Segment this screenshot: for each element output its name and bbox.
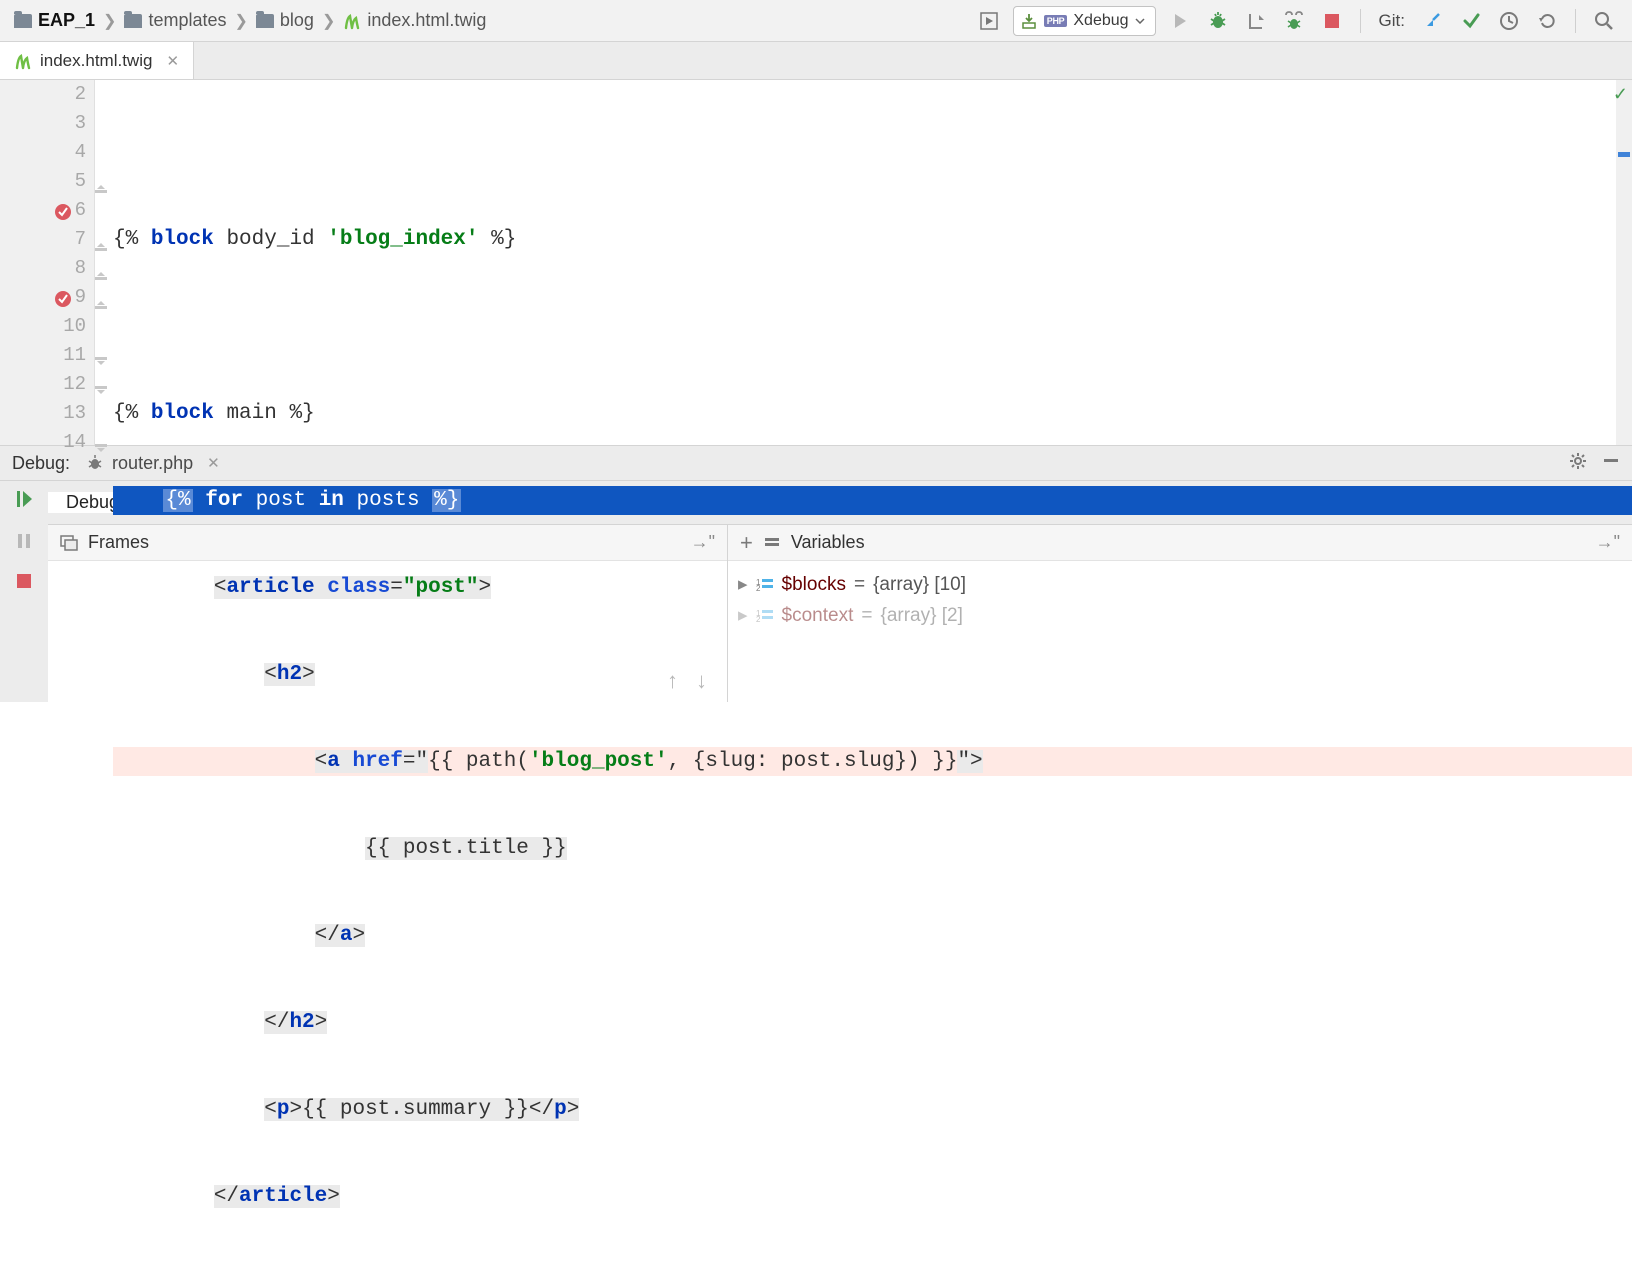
expand-arrow-icon[interactable]: ▸ xyxy=(738,604,748,627)
breadcrumb-item-project[interactable]: EAP_1 xyxy=(14,10,95,31)
line-number: 3 xyxy=(0,109,86,138)
twig-file-icon xyxy=(14,52,32,70)
code-line: {% block body_id 'blog_index' %} xyxy=(113,225,1632,254)
variable-value: {array} [2] xyxy=(880,605,962,627)
code-editor[interactable]: 2 3 4 5 6 7 8 9 10 11 12 13 14 xyxy=(0,80,1632,445)
line-number: 10 xyxy=(0,312,86,341)
variable-name: $context xyxy=(782,605,854,627)
debug-side-toolbar xyxy=(0,481,48,702)
equals: = xyxy=(861,605,872,627)
code-line: <article class="post"> xyxy=(113,573,1632,602)
git-label: Git: xyxy=(1379,11,1405,31)
folder-icon xyxy=(124,14,142,28)
line-number: 11 xyxy=(0,341,86,370)
fold-close-icon[interactable] xyxy=(95,436,109,450)
line-number: 9 xyxy=(0,283,86,312)
code-line-breakpoint: <a href="{{ path('blog_post', {slug: pos… xyxy=(113,747,1632,776)
code-line: <p>{{ post.summary }}</p> xyxy=(113,1095,1632,1124)
git-commit-button[interactable] xyxy=(1457,7,1485,35)
fold-open-icon[interactable] xyxy=(95,291,109,305)
run-with-coverage-button[interactable] xyxy=(975,7,1003,35)
array-icon: 12 xyxy=(756,609,774,623)
breadcrumb-label: EAP_1 xyxy=(38,10,95,31)
breadcrumb-label: blog xyxy=(280,10,314,31)
chevron-right-icon: ❯ xyxy=(235,11,248,31)
check-icon: ✓ xyxy=(1613,84,1628,106)
svg-text:2: 2 xyxy=(756,615,761,623)
code-line xyxy=(113,312,1632,341)
folder-icon xyxy=(14,14,32,28)
breadcrumb-label: index.html.twig xyxy=(367,10,486,31)
git-revert-button[interactable] xyxy=(1533,7,1561,35)
error-stripe[interactable]: ✓ xyxy=(1616,80,1632,445)
editor-tab-index[interactable]: index.html.twig ✕ xyxy=(0,42,194,79)
chevron-right-icon: ❯ xyxy=(322,11,335,31)
toolbar: PHP Xdebug Git: xyxy=(975,6,1618,36)
git-history-button[interactable] xyxy=(1495,7,1523,35)
editor-tabs: index.html.twig ✕ xyxy=(0,42,1632,80)
import-icon xyxy=(1020,13,1038,29)
run-button[interactable] xyxy=(1166,7,1194,35)
git-update-button[interactable] xyxy=(1419,7,1447,35)
line-number-gutter[interactable]: 2 3 4 5 6 7 8 9 10 11 12 13 14 xyxy=(0,80,95,445)
fold-open-icon[interactable] xyxy=(95,233,109,247)
code-content[interactable]: {% block body_id 'blog_index' %} {% bloc… xyxy=(113,80,1632,445)
fold-open-icon[interactable] xyxy=(95,262,109,276)
twig-file-icon xyxy=(343,12,361,30)
stop-button[interactable] xyxy=(1318,7,1346,35)
line-number: 13 xyxy=(0,399,86,428)
breadcrumb: EAP_1 ❯ templates ❯ blog ❯ index.html.tw… xyxy=(14,10,975,31)
code-line: <h2> xyxy=(113,660,1632,689)
line-number: 5 xyxy=(0,167,86,196)
breakpoint-icon[interactable] xyxy=(54,202,72,220)
profile-button[interactable] xyxy=(1280,7,1308,35)
frames-icon xyxy=(60,535,78,551)
fold-open-icon[interactable] xyxy=(95,175,109,189)
breadcrumb-label: templates xyxy=(148,10,226,31)
chevron-down-icon xyxy=(1135,18,1145,24)
breadcrumb-item-file[interactable]: index.html.twig xyxy=(343,10,486,31)
code-line xyxy=(113,138,1632,167)
fold-close-icon[interactable] xyxy=(95,378,109,392)
code-line: {{ post.title }} xyxy=(113,834,1632,863)
fold-open-icon[interactable] xyxy=(95,204,109,218)
run-configuration-select[interactable]: PHP Xdebug xyxy=(1013,6,1156,36)
line-number: 4 xyxy=(0,138,86,167)
divider xyxy=(1575,9,1576,33)
breadcrumb-item-templates[interactable]: templates xyxy=(124,10,226,31)
search-everywhere-button[interactable] xyxy=(1590,7,1618,35)
line-number: 6 xyxy=(0,196,86,225)
stop-button[interactable] xyxy=(16,573,32,592)
breadcrumb-item-blog[interactable]: blog xyxy=(256,10,314,31)
code-line: </h2> xyxy=(113,1008,1632,1037)
marker[interactable] xyxy=(1618,152,1630,157)
breakpoint-icon[interactable] xyxy=(54,289,72,307)
resume-button[interactable] xyxy=(15,489,33,512)
php-badge-icon: PHP xyxy=(1044,15,1068,27)
debug-button[interactable] xyxy=(1204,7,1232,35)
chevron-right-icon: ❯ xyxy=(103,11,116,31)
code-line: </a> xyxy=(113,921,1632,950)
navigation-bar: EAP_1 ❯ templates ❯ blog ❯ index.html.tw… xyxy=(0,0,1632,42)
code-line: </article> xyxy=(113,1182,1632,1211)
code-line: {% block main %} xyxy=(113,399,1632,428)
line-number: 8 xyxy=(0,254,86,283)
pause-button[interactable] xyxy=(16,532,32,553)
line-number: 7 xyxy=(0,225,86,254)
folder-icon xyxy=(256,14,274,28)
divider xyxy=(1360,9,1361,33)
fold-gutter[interactable] xyxy=(95,80,113,445)
variable-row[interactable]: ▸ 12 $context = {array} [2] xyxy=(738,600,1622,631)
line-number: 12 xyxy=(0,370,86,399)
line-number: 14 xyxy=(0,428,86,457)
line-number: 2 xyxy=(0,80,86,109)
run-with-coverage-button[interactable] xyxy=(1242,7,1270,35)
close-icon[interactable]: ✕ xyxy=(166,52,179,70)
editor-tab-label: index.html.twig xyxy=(40,51,152,71)
code-line-current: {% for post in posts %} xyxy=(113,486,1632,515)
run-config-label: Xdebug xyxy=(1073,12,1128,30)
fold-close-icon[interactable] xyxy=(95,349,109,363)
